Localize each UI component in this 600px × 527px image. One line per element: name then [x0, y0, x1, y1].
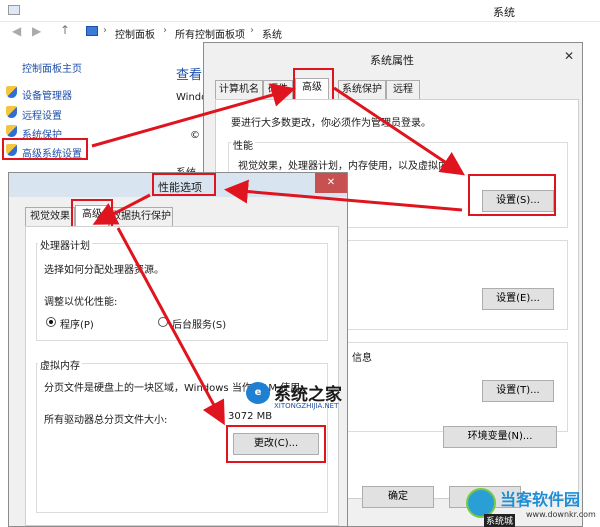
- arrow-tab-to-settings: [333, 86, 465, 176]
- watermark-xitongzhijia: e 系统之家 XITONGZHIJIA.NET: [246, 380, 386, 414]
- watermark-url: www.downkr.com: [526, 510, 596, 519]
- watermark-logo: e: [246, 382, 270, 404]
- arrow-nav-to-tab: [91, 83, 296, 148]
- arrow-tab-to-change: [116, 227, 225, 426]
- arrow-title-to-tab: [92, 193, 151, 225]
- annotation-arrows: [91, 83, 465, 426]
- arrow-settings-to-dialog: [224, 179, 463, 212]
- watermark-url: XITONGZHIJIA.NET: [274, 402, 339, 410]
- watermark-downkr: 当客软件园 www.downkr.com 系统城: [466, 484, 600, 527]
- watermark-left: 系统城: [484, 514, 516, 527]
- watermark-name: 当客软件园: [500, 490, 581, 509]
